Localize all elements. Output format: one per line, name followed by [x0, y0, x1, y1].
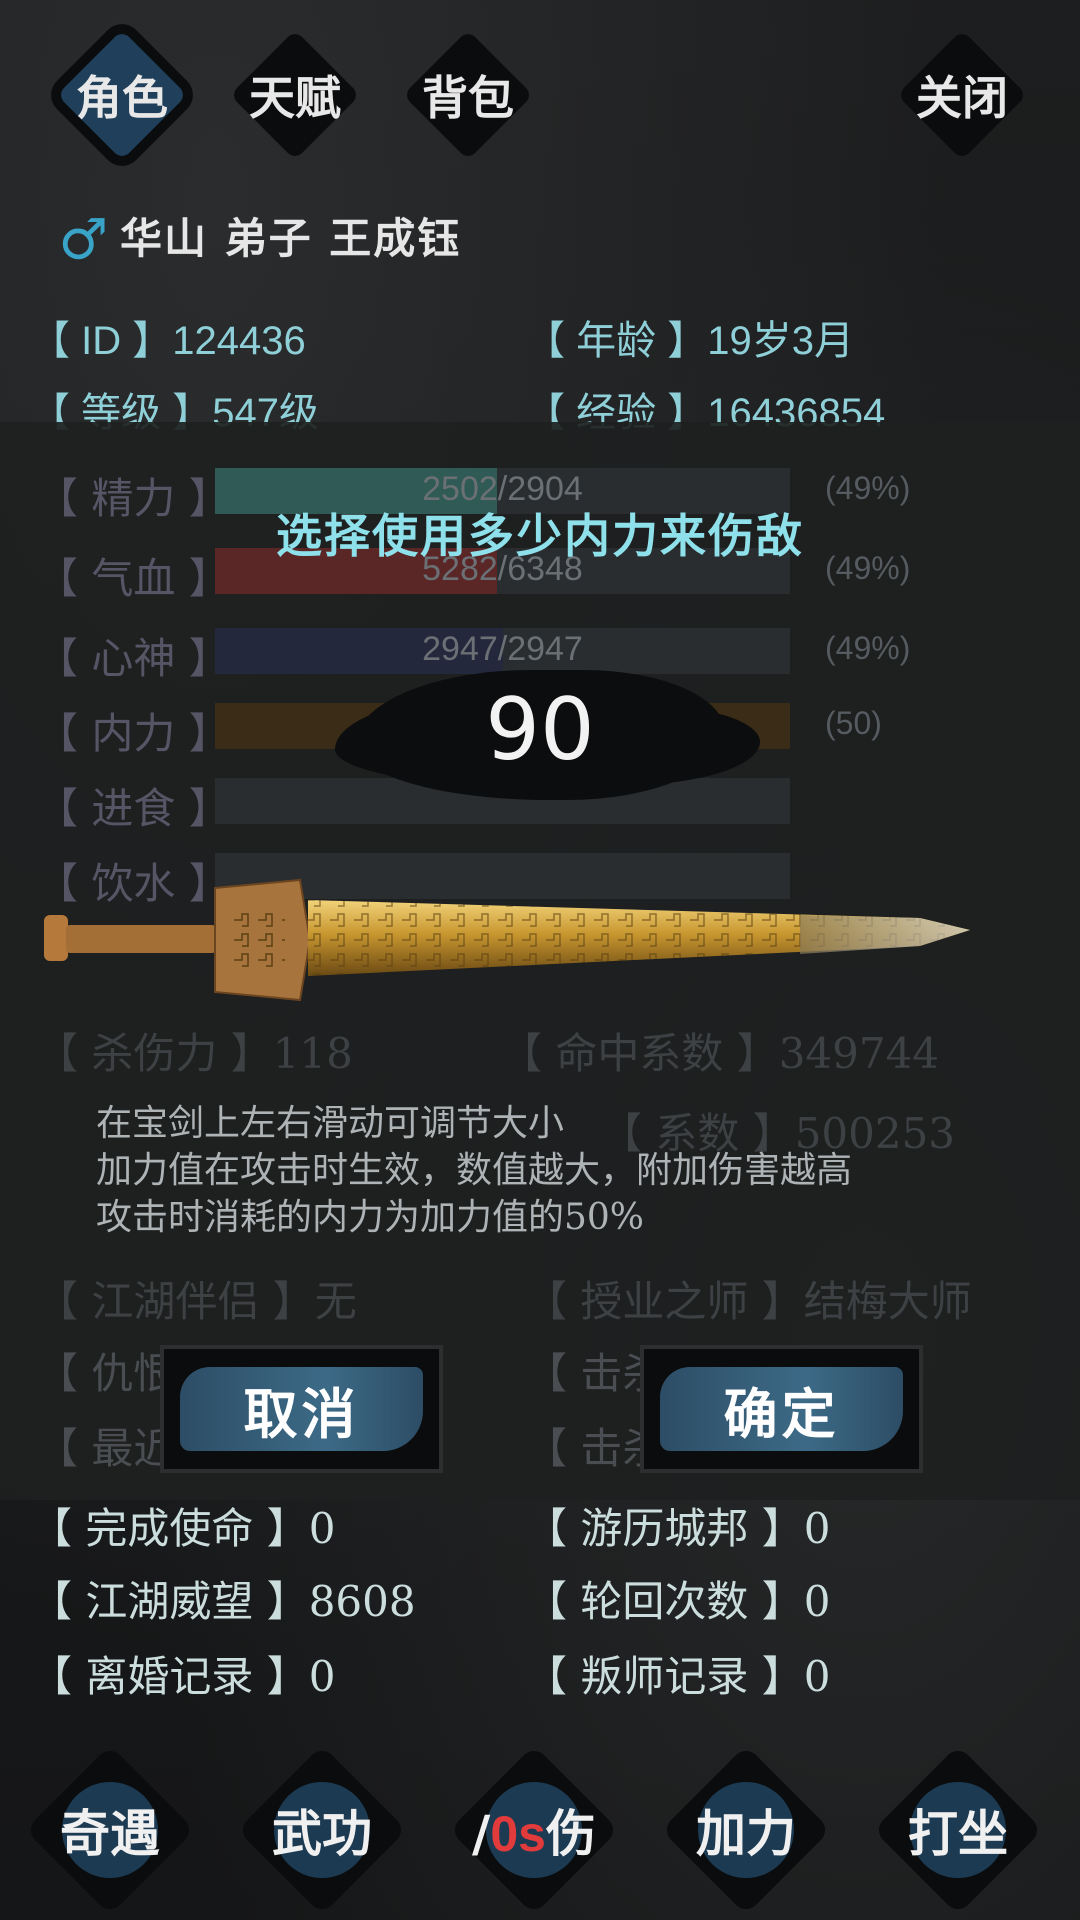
- row-partner: 【 江湖伴侣 】无: [36, 1277, 357, 1326]
- row-teacher: 【 授业之师 】结梅大师: [525, 1277, 972, 1326]
- nav-dazuo[interactable]: 打坐: [878, 1760, 1038, 1900]
- nav-jiali[interactable]: 加力: [666, 1760, 826, 1900]
- help-line-3: 攻击时消耗的内力为加力值的50%: [96, 1197, 645, 1238]
- close-label: 关闭: [916, 71, 1008, 125]
- force-value: 90: [485, 680, 595, 780]
- nav-liaoshang-prefix: /: [472, 1804, 491, 1863]
- help-line-2: 加力值在攻击时生效，数值越大，附加伤害越高: [96, 1150, 853, 1191]
- tab-role-label: 角色: [76, 71, 168, 125]
- male-icon: ♂: [58, 208, 109, 273]
- help-text: 在宝剑上左右滑动可调节大小 加力值在攻击时生效，数值越大，附加伤害越高 攻击时消…: [96, 1100, 852, 1241]
- tab-role[interactable]: 角色: [52, 40, 192, 150]
- stat-xinshen-text: 2947/2947: [422, 630, 583, 668]
- row-prestige: 【 江湖威望 】8608: [30, 1577, 416, 1626]
- nav-dazuo-label: 打坐: [908, 1804, 1008, 1863]
- tab-bag-label: 背包: [422, 71, 514, 125]
- row-rebirth: 【 轮回次数 】0: [525, 1577, 831, 1626]
- row-divorce: 【 离婚记录 】0: [30, 1652, 336, 1701]
- nav-jiali-label: 加力: [696, 1804, 796, 1863]
- help-line-1: 在宝剑上左右滑动可调节大小: [96, 1103, 565, 1144]
- nav-liaoshang-timer: 0s: [490, 1806, 546, 1862]
- nav-wugong[interactable]: 武功: [242, 1760, 402, 1900]
- cancel-label: 取消: [243, 1381, 360, 1446]
- nav-liaoshang[interactable]: /0s伤: [454, 1760, 614, 1900]
- nav-liaoshang-label: /0s伤: [472, 1794, 596, 1866]
- row-enemy: 【 仇恨: [36, 1349, 176, 1398]
- nav-wugong-label: 武功: [272, 1804, 372, 1863]
- stat-xinshen-bar: 2947/2947: [215, 628, 790, 674]
- confirm-label: 确定: [723, 1381, 840, 1446]
- tab-talent-label: 天赋: [249, 71, 341, 125]
- nav-qiyu[interactable]: 奇遇: [30, 1760, 190, 1900]
- stat-xinshen-label: 【 心神 】: [36, 634, 231, 683]
- row-travel: 【 游历城邦 】0: [525, 1504, 831, 1553]
- close-button[interactable]: 关闭: [892, 40, 1032, 150]
- dialog-title: 选择使用多少内力来伤敌: [276, 509, 804, 563]
- sword-slider[interactable]: [40, 870, 980, 1010]
- cancel-button[interactable]: 取消: [160, 1345, 443, 1473]
- nav-liaoshang-suffix: 伤: [545, 1804, 596, 1863]
- character-name: 华山 弟子 王成钰: [120, 214, 462, 263]
- row-recent: 【 最近: [36, 1424, 176, 1473]
- stat-xinshen-pct: (49%): [825, 630, 911, 666]
- confirm-button[interactable]: 确定: [640, 1345, 923, 1473]
- tab-talent[interactable]: 天赋: [225, 40, 365, 150]
- row-mingzhong: 【 命中系数 】349744: [500, 1029, 940, 1078]
- stat-jinshi-label: 【 进食 】: [36, 784, 231, 833]
- age-row: 【 年龄 】19岁3月: [525, 319, 854, 363]
- row-betray: 【 叛师记录 】0: [525, 1652, 831, 1701]
- nav-qiyu-label: 奇遇: [60, 1804, 160, 1863]
- row-mission: 【 完成使命 】0: [30, 1504, 336, 1553]
- tab-bag[interactable]: 背包: [398, 40, 538, 150]
- row-shashang: 【 杀伤力 】118: [36, 1029, 353, 1078]
- id-row: 【 ID 】124436: [30, 319, 306, 363]
